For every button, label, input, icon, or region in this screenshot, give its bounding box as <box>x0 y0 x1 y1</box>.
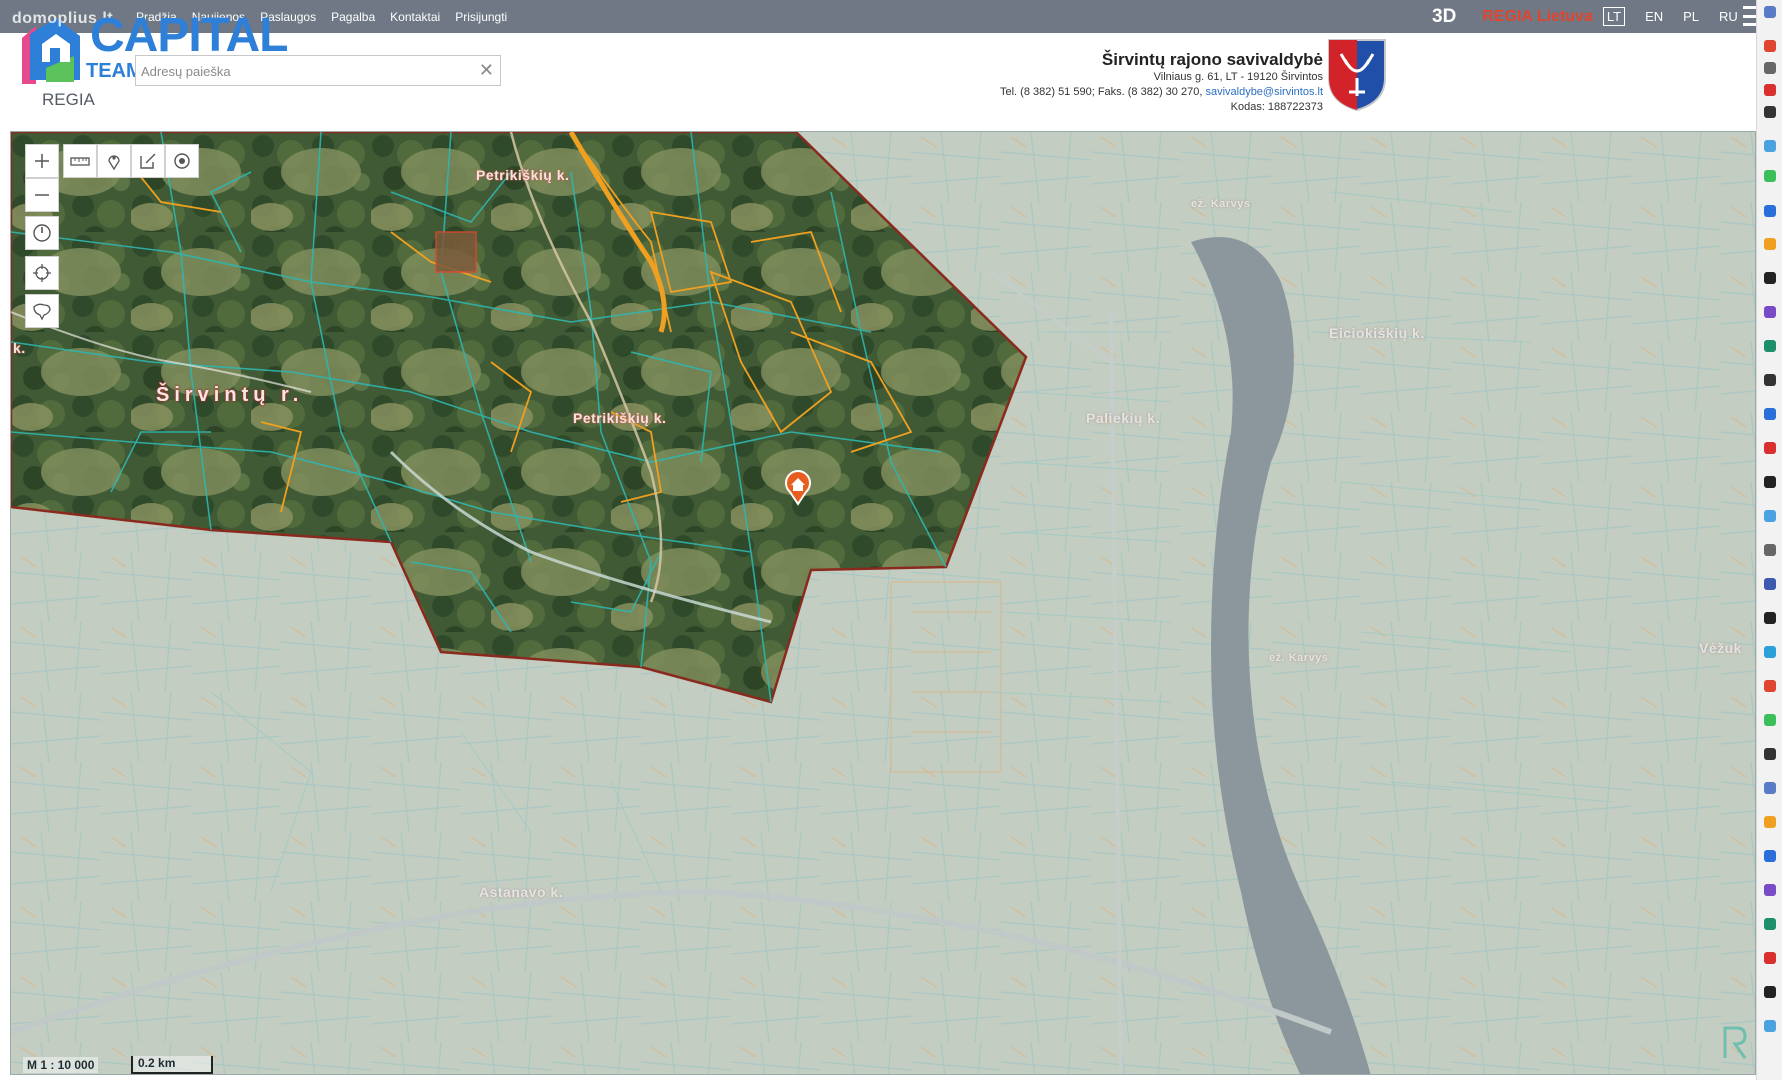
scale-bar: 0.2 km <box>131 1056 213 1074</box>
extension-icon[interactable] <box>1764 306 1776 318</box>
map-label-village-center: Petrikiškių k. <box>573 410 667 426</box>
extension-icon[interactable] <box>1764 544 1776 556</box>
clock-icon <box>33 224 51 242</box>
regia-lietuva-link[interactable]: REGIA Lietuva <box>1482 8 1593 26</box>
extension-icon[interactable] <box>1764 272 1776 284</box>
map-label-village-right: Paliekių k. <box>1086 410 1160 426</box>
extension-icon[interactable] <box>1764 6 1776 18</box>
extension-icon[interactable] <box>1764 952 1776 964</box>
regia-r-logo-icon <box>1723 1026 1747 1059</box>
measure-button[interactable] <box>63 144 97 178</box>
municipality-phone: Tel. (8 382) 51 590; Faks. (8 382) 30 27… <box>999 86 1203 98</box>
zoom-in-button[interactable] <box>25 144 59 178</box>
municipality-name: Širvintų rajono savivaldybė <box>1101 50 1323 69</box>
history-button[interactable] <box>25 216 59 250</box>
extension-icon[interactable] <box>1764 884 1776 896</box>
top-right-controls: 3D REGIA Lietuva LT EN PL RU <box>1432 0 1738 33</box>
home-marker-icon[interactable] <box>780 466 816 506</box>
nav-contacts[interactable]: Kontaktai <box>390 10 440 24</box>
map-label-left-edge: k. <box>13 340 26 356</box>
plus-icon <box>35 154 49 168</box>
extension-icon[interactable] <box>1764 578 1776 590</box>
clear-icon[interactable]: ✕ <box>479 60 494 81</box>
3d-mode-button[interactable]: 3D <box>1432 6 1456 28</box>
menu-icon[interactable] <box>1743 6 1757 26</box>
lang-en[interactable]: EN <box>1645 9 1663 24</box>
locate-button[interactable] <box>25 256 59 290</box>
extension-icon[interactable] <box>1764 340 1776 352</box>
municipality-info: Širvintų rajono savivaldybė Vilniaus g. … <box>880 50 1323 115</box>
scale-ratio: M 1 : 10 000 <box>23 1057 99 1073</box>
coat-of-arms-icon <box>1328 39 1386 112</box>
extension-icon[interactable] <box>1764 84 1776 96</box>
extension-icon[interactable] <box>1764 106 1776 118</box>
extension-icon[interactable] <box>1764 170 1776 182</box>
extension-icon[interactable] <box>1764 476 1776 488</box>
map-label-lake-mid: ež. Karvys <box>1269 652 1329 664</box>
nav-help[interactable]: Pagalba <box>331 10 375 24</box>
extension-icon[interactable] <box>1764 850 1776 862</box>
municipality-code: Kodas: 188722373 <box>1230 101 1323 113</box>
extension-icon[interactable] <box>1764 816 1776 828</box>
extension-icon[interactable] <box>1764 62 1776 74</box>
extension-icon[interactable] <box>1764 782 1776 794</box>
extension-icon[interactable] <box>1764 714 1776 726</box>
extension-icon[interactable] <box>1764 986 1776 998</box>
crosshair-icon <box>33 264 51 282</box>
address-search: ✕ <box>135 55 501 86</box>
target-button[interactable] <box>165 144 199 178</box>
region-button[interactable] <box>25 294 59 328</box>
region-icon <box>33 303 51 321</box>
extension-icon[interactable] <box>1764 205 1776 217</box>
zoom-out-button[interactable] <box>25 178 59 212</box>
extension-icon[interactable] <box>1764 40 1776 52</box>
extension-icon[interactable] <box>1764 1020 1776 1032</box>
extension-icon[interactable] <box>1764 918 1776 930</box>
marker-button[interactable] <box>97 144 131 178</box>
municipality-address: Vilniaus g. 61, LT - 19120 Širvintos <box>1153 71 1323 83</box>
lang-ru[interactable]: RU <box>1719 9 1738 24</box>
browser-extension-sidebar <box>1756 0 1782 1080</box>
extension-icon[interactable] <box>1764 646 1776 658</box>
regia-text: REGIA <box>42 90 95 109</box>
map-label-village-bottom: Astanavo k. <box>479 884 564 900</box>
extension-icon[interactable] <box>1764 680 1776 692</box>
edit-button[interactable] <box>131 144 165 178</box>
map-label-region: Širvintų r. <box>156 384 304 406</box>
extension-icon[interactable] <box>1764 510 1776 522</box>
extension-icon[interactable] <box>1764 238 1776 250</box>
minus-icon <box>35 194 49 196</box>
map-label-right-edge: Vėžuk <box>1699 640 1742 656</box>
address-search-input[interactable] <box>141 60 471 82</box>
extension-icon[interactable] <box>1764 748 1776 760</box>
map-label-village-east: Eiciokiškių k. <box>1329 325 1425 341</box>
map-label-lake-top: ež. Karvys <box>1191 198 1251 210</box>
nav-login[interactable]: Prisijungti <box>455 10 507 24</box>
map-imagery <box>11 132 1755 1074</box>
edit-icon <box>140 153 156 169</box>
pin-icon <box>108 155 120 171</box>
target-icon <box>174 153 190 169</box>
lang-pl[interactable]: PL <box>1683 9 1699 24</box>
map-label-village-top: Petrikiškių k. <box>476 167 570 183</box>
extension-icon[interactable] <box>1764 442 1776 454</box>
municipality-email-link[interactable]: savivaldybe@sirvintos.lt <box>1205 86 1323 98</box>
extension-icon[interactable] <box>1764 408 1776 420</box>
municipality-contacts: Tel. (8 382) 51 590; Faks. (8 382) 30 27… <box>880 85 1323 100</box>
extension-icon[interactable] <box>1764 374 1776 386</box>
extension-icon[interactable] <box>1764 140 1776 152</box>
map-canvas[interactable]: Petrikiškių k. Petrikiškių k. Širvintų r… <box>10 131 1756 1075</box>
ruler-icon <box>70 157 90 166</box>
extension-icon[interactable] <box>1764 612 1776 624</box>
lang-lt[interactable]: LT <box>1602 7 1626 26</box>
